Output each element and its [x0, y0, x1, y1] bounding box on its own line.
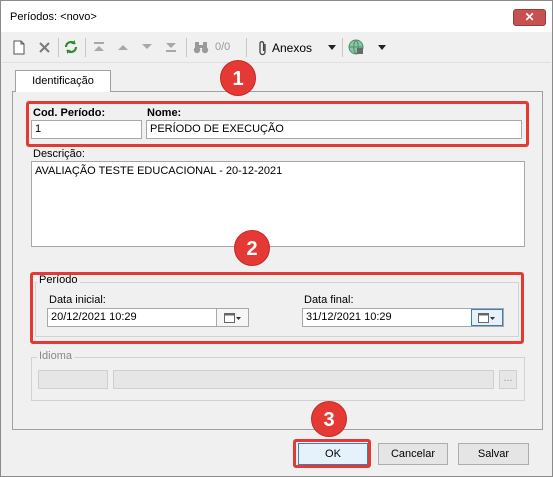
descricao-label: Descrição: — [33, 148, 85, 160]
toolbar-separator — [58, 38, 59, 57]
anexos-label: Anexos — [272, 41, 313, 55]
first-record-icon[interactable] — [91, 38, 107, 56]
data-inicial-label: Data inicial: — [49, 294, 106, 306]
salvar-button[interactable]: Salvar — [458, 443, 529, 465]
descricao-textarea[interactable]: AVALIAÇÃO TESTE EDUCACIONAL - 20-12-2021 — [31, 161, 525, 247]
anexos-button[interactable]: Anexos — [258, 39, 312, 57]
toolbar-separator — [342, 38, 343, 57]
data-inicial-value: 20/12/2021 10:29 — [51, 311, 137, 323]
new-document-icon[interactable] — [11, 38, 27, 56]
tab-identificacao[interactable]: Identificação — [15, 70, 111, 92]
globe-icon[interactable] — [347, 38, 365, 56]
data-final-field[interactable]: 31/12/2021 10:29 — [302, 308, 504, 327]
periodo-legend: Período — [37, 274, 80, 286]
calendar-icon — [223, 312, 242, 323]
nome-field[interactable]: PERÍODO DE EXECUÇÃO — [146, 120, 522, 139]
ok-button[interactable]: OK — [298, 443, 368, 465]
last-record-icon[interactable] — [163, 38, 179, 56]
calendar-icon — [478, 312, 496, 323]
binoculars-icon[interactable] — [192, 38, 210, 56]
annotation-badge-2: 2 — [234, 230, 270, 266]
title-bar: Períodos: <novo> ✕ — [1, 1, 552, 32]
data-inicial-field[interactable]: 20/12/2021 10:29 — [47, 308, 249, 327]
nome-label: Nome: — [147, 107, 182, 119]
data-inicial-calendar-button[interactable] — [216, 309, 248, 326]
data-final-calendar-button[interactable] — [471, 309, 503, 326]
paperclip-icon — [258, 40, 268, 56]
idioma-name-field — [113, 370, 494, 389]
cod-periodo-field[interactable]: 1 — [31, 120, 142, 139]
idioma-legend: Idioma — [37, 350, 75, 362]
data-final-value: 31/12/2021 10:29 — [306, 311, 392, 323]
toolbar: 0/0 Anexos — [2, 32, 551, 63]
annotation-badge-3: 3 — [311, 401, 347, 437]
cod-periodo-label: Cod. Período: — [33, 107, 106, 119]
dialog-window: Períodos: <novo> ✕ 0/0 Anexos Identifica… — [0, 0, 553, 477]
globe-dropdown-arrow-icon[interactable] — [376, 38, 388, 56]
idioma-lookup-button: ... — [499, 370, 517, 389]
record-counter: 0/0 — [215, 41, 231, 53]
delete-icon[interactable] — [35, 38, 53, 56]
toolbar-separator — [85, 38, 86, 57]
data-final-label: Data final: — [304, 294, 354, 306]
idioma-code-field — [38, 370, 108, 389]
annotation-badge-1: 1 — [220, 60, 256, 96]
toolbar-separator — [186, 38, 187, 57]
next-record-icon[interactable] — [139, 38, 155, 56]
anexos-dropdown-arrow-icon[interactable] — [326, 38, 338, 56]
previous-record-icon[interactable] — [115, 38, 131, 56]
toolbar-separator — [246, 38, 247, 57]
close-button[interactable]: ✕ — [513, 9, 546, 26]
refresh-icon[interactable] — [62, 38, 80, 56]
window-title: Períodos: <novo> — [10, 11, 97, 23]
cancelar-button[interactable]: Cancelar — [378, 443, 448, 465]
